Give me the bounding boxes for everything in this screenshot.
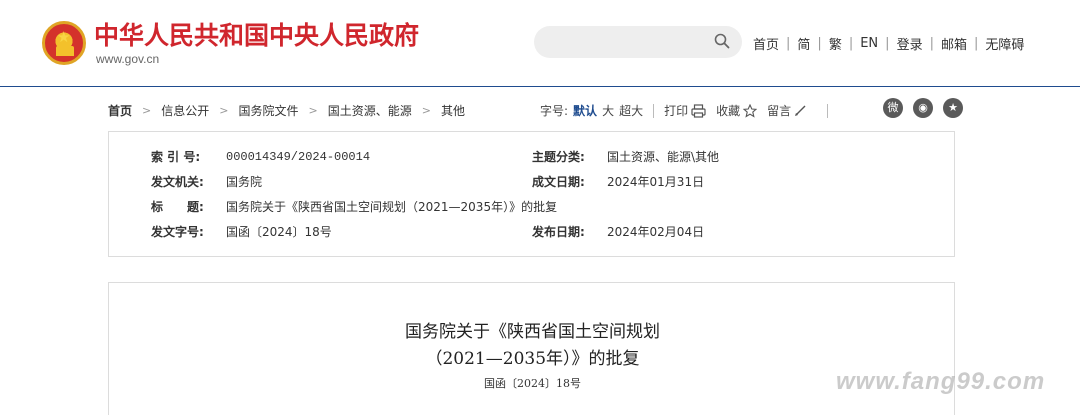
meta-topic-value: 国土资源、能源\其他 <box>607 150 720 164</box>
link-simplified[interactable]: 简 <box>797 34 810 53</box>
meta-doc-number-key: 发文字号: <box>151 225 204 239</box>
document-meta-box: 索 引 号: 000014349/2024-00014 主题分类: 国土资源、能… <box>108 131 955 257</box>
breadcrumb-other[interactable]: 其他 <box>441 102 465 119</box>
print-label: 打印 <box>664 104 689 118</box>
favorite-button[interactable]: 收藏 <box>716 102 758 119</box>
meta-publish-date-key: 发布日期: <box>532 225 585 239</box>
print-button[interactable]: 打印 <box>664 102 706 119</box>
search-icon[interactable] <box>714 33 730 49</box>
separator: | <box>885 36 890 51</box>
font-size-label: 字号: <box>540 104 569 118</box>
separator: | <box>929 36 934 51</box>
tiananmen-icon <box>56 46 74 56</box>
article-title: 国务院关于《陕西省国土空间规划 （2021—2035年）》的批复 <box>109 319 956 373</box>
chevron-right-icon: > <box>219 104 229 117</box>
divider <box>653 103 655 118</box>
meta-title-value: 国务院关于《陕西省国土空间规划（2021—2035年）》的批复 <box>226 200 558 214</box>
separator: | <box>786 36 791 51</box>
separator: | <box>817 36 822 51</box>
meta-issuer-key: 发文机关: <box>151 175 204 189</box>
breadcrumb-home[interactable]: 首页 <box>108 102 132 119</box>
link-accessibility[interactable]: 无障碍 <box>985 34 1024 53</box>
meta-title-key: 标 题: <box>151 200 204 214</box>
link-home[interactable]: 首页 <box>753 34 779 53</box>
link-login[interactable]: 登录 <box>897 34 923 53</box>
watermark: www.fang99.com <box>836 368 1046 395</box>
chevron-right-icon: > <box>421 104 431 117</box>
comment-button[interactable]: 留言 <box>767 102 807 119</box>
meta-topic-key: 主题分类: <box>532 150 585 164</box>
link-mailbox[interactable]: 邮箱 <box>941 34 967 53</box>
page-tools: 字号: 默认 大 超大 打印 收藏 留言 <box>540 102 838 119</box>
breadcrumb-info-public[interactable]: 信息公开 <box>161 102 209 119</box>
chevron-right-icon: > <box>142 104 152 117</box>
star-icon: ★ <box>57 28 71 46</box>
share-icons: 微 ◉ ★ <box>873 98 963 118</box>
article-title-line2: （2021—2035年）》的批复 <box>425 349 640 369</box>
printer-icon <box>691 103 706 118</box>
font-size-default[interactable]: 默认 <box>573 102 597 119</box>
divider <box>827 103 829 118</box>
link-traditional[interactable]: 繁 <box>829 34 842 53</box>
meta-written-date-key: 成文日期: <box>532 175 585 189</box>
link-english[interactable]: EN <box>860 36 878 51</box>
meta-written-date-value: 2024年01月31日 <box>607 175 705 189</box>
article-content: 国务院关于《陕西省国土空间规划 （2021—2035年）》的批复 国函〔2024… <box>108 282 955 415</box>
site-header: ★ 中华人民共和国中央人民政府 www.gov.cn 首页 | 简 | 繁 | … <box>0 0 1080 87</box>
meta-index-value: 000014349/2024-00014 <box>226 150 371 164</box>
breadcrumb-bar: 首页 > 信息公开 > 国务院文件 > 国土资源、能源 > 其他 字号: 默认 … <box>108 94 963 124</box>
weibo-icon[interactable]: 微 <box>883 98 903 118</box>
favorites-star-icon[interactable]: ★ <box>943 98 963 118</box>
font-size-large[interactable]: 大 <box>602 102 614 119</box>
wechat-icon[interactable]: ◉ <box>913 98 933 118</box>
top-links: 首页 | 简 | 繁 | EN | 登录 | 邮箱 | 无障碍 <box>753 34 1024 53</box>
article-doc-number: 国函〔2024〕18号 <box>484 377 581 390</box>
meta-publish-date-value: 2024年02月04日 <box>607 225 705 239</box>
separator: | <box>973 36 979 51</box>
meta-index-key: 索 引 号: <box>151 150 201 164</box>
article-title-line1: 国务院关于《陕西省国土空间规划 <box>405 322 660 342</box>
comment-label: 留言 <box>767 104 792 118</box>
favorite-label: 收藏 <box>716 104 741 118</box>
star-outline-icon <box>743 103 758 118</box>
national-emblem-logo[interactable]: ★ <box>42 21 86 65</box>
meta-issuer-value: 国务院 <box>226 175 263 189</box>
pencil-icon <box>795 105 806 116</box>
meta-doc-number-value: 国函〔2024〕18号 <box>226 225 332 239</box>
breadcrumb-state-council-docs[interactable]: 国务院文件 <box>238 102 298 119</box>
breadcrumb: 首页 > 信息公开 > 国务院文件 > 国土资源、能源 > 其他 <box>108 102 465 119</box>
site-url: www.gov.cn <box>96 52 160 66</box>
chevron-right-icon: > <box>308 104 318 117</box>
font-size-xlarge[interactable]: 超大 <box>619 102 643 119</box>
breadcrumb-land-energy[interactable]: 国土资源、能源 <box>328 102 412 119</box>
site-title[interactable]: 中华人民共和国中央人民政府 <box>94 20 419 52</box>
separator: | <box>848 36 854 51</box>
search-input[interactable] <box>534 26 742 58</box>
